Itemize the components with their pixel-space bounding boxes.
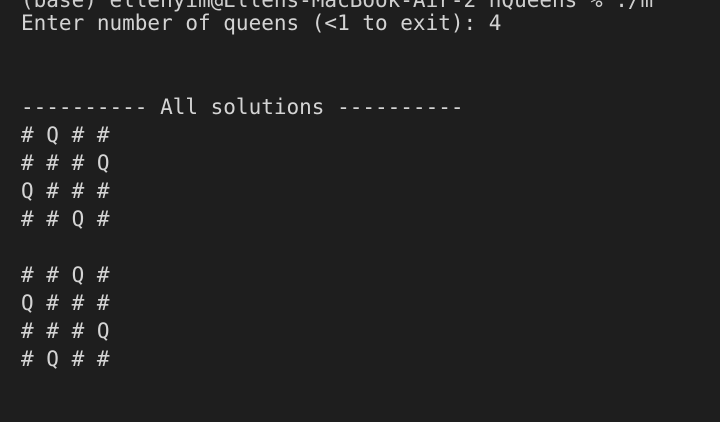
board-row: # # # Q [21,319,110,343]
board-row: Q # # # [21,179,110,203]
board-row: # # # Q [21,151,110,175]
board-row: # Q # # [21,123,110,147]
board-row: # Q # # [21,347,110,371]
terminal-window[interactable]: (base) ellenyim@Ellens-MacBook-Air-2 nQu… [0,0,720,422]
queens-input-prompt: Enter number of queens (<1 to exit): 4 [21,11,502,35]
board-row: Q # # # [21,291,110,315]
board-row: # # Q # [21,263,110,287]
board-row: # # Q # [21,207,110,231]
solutions-header: ---------- All solutions ---------- [21,95,464,119]
